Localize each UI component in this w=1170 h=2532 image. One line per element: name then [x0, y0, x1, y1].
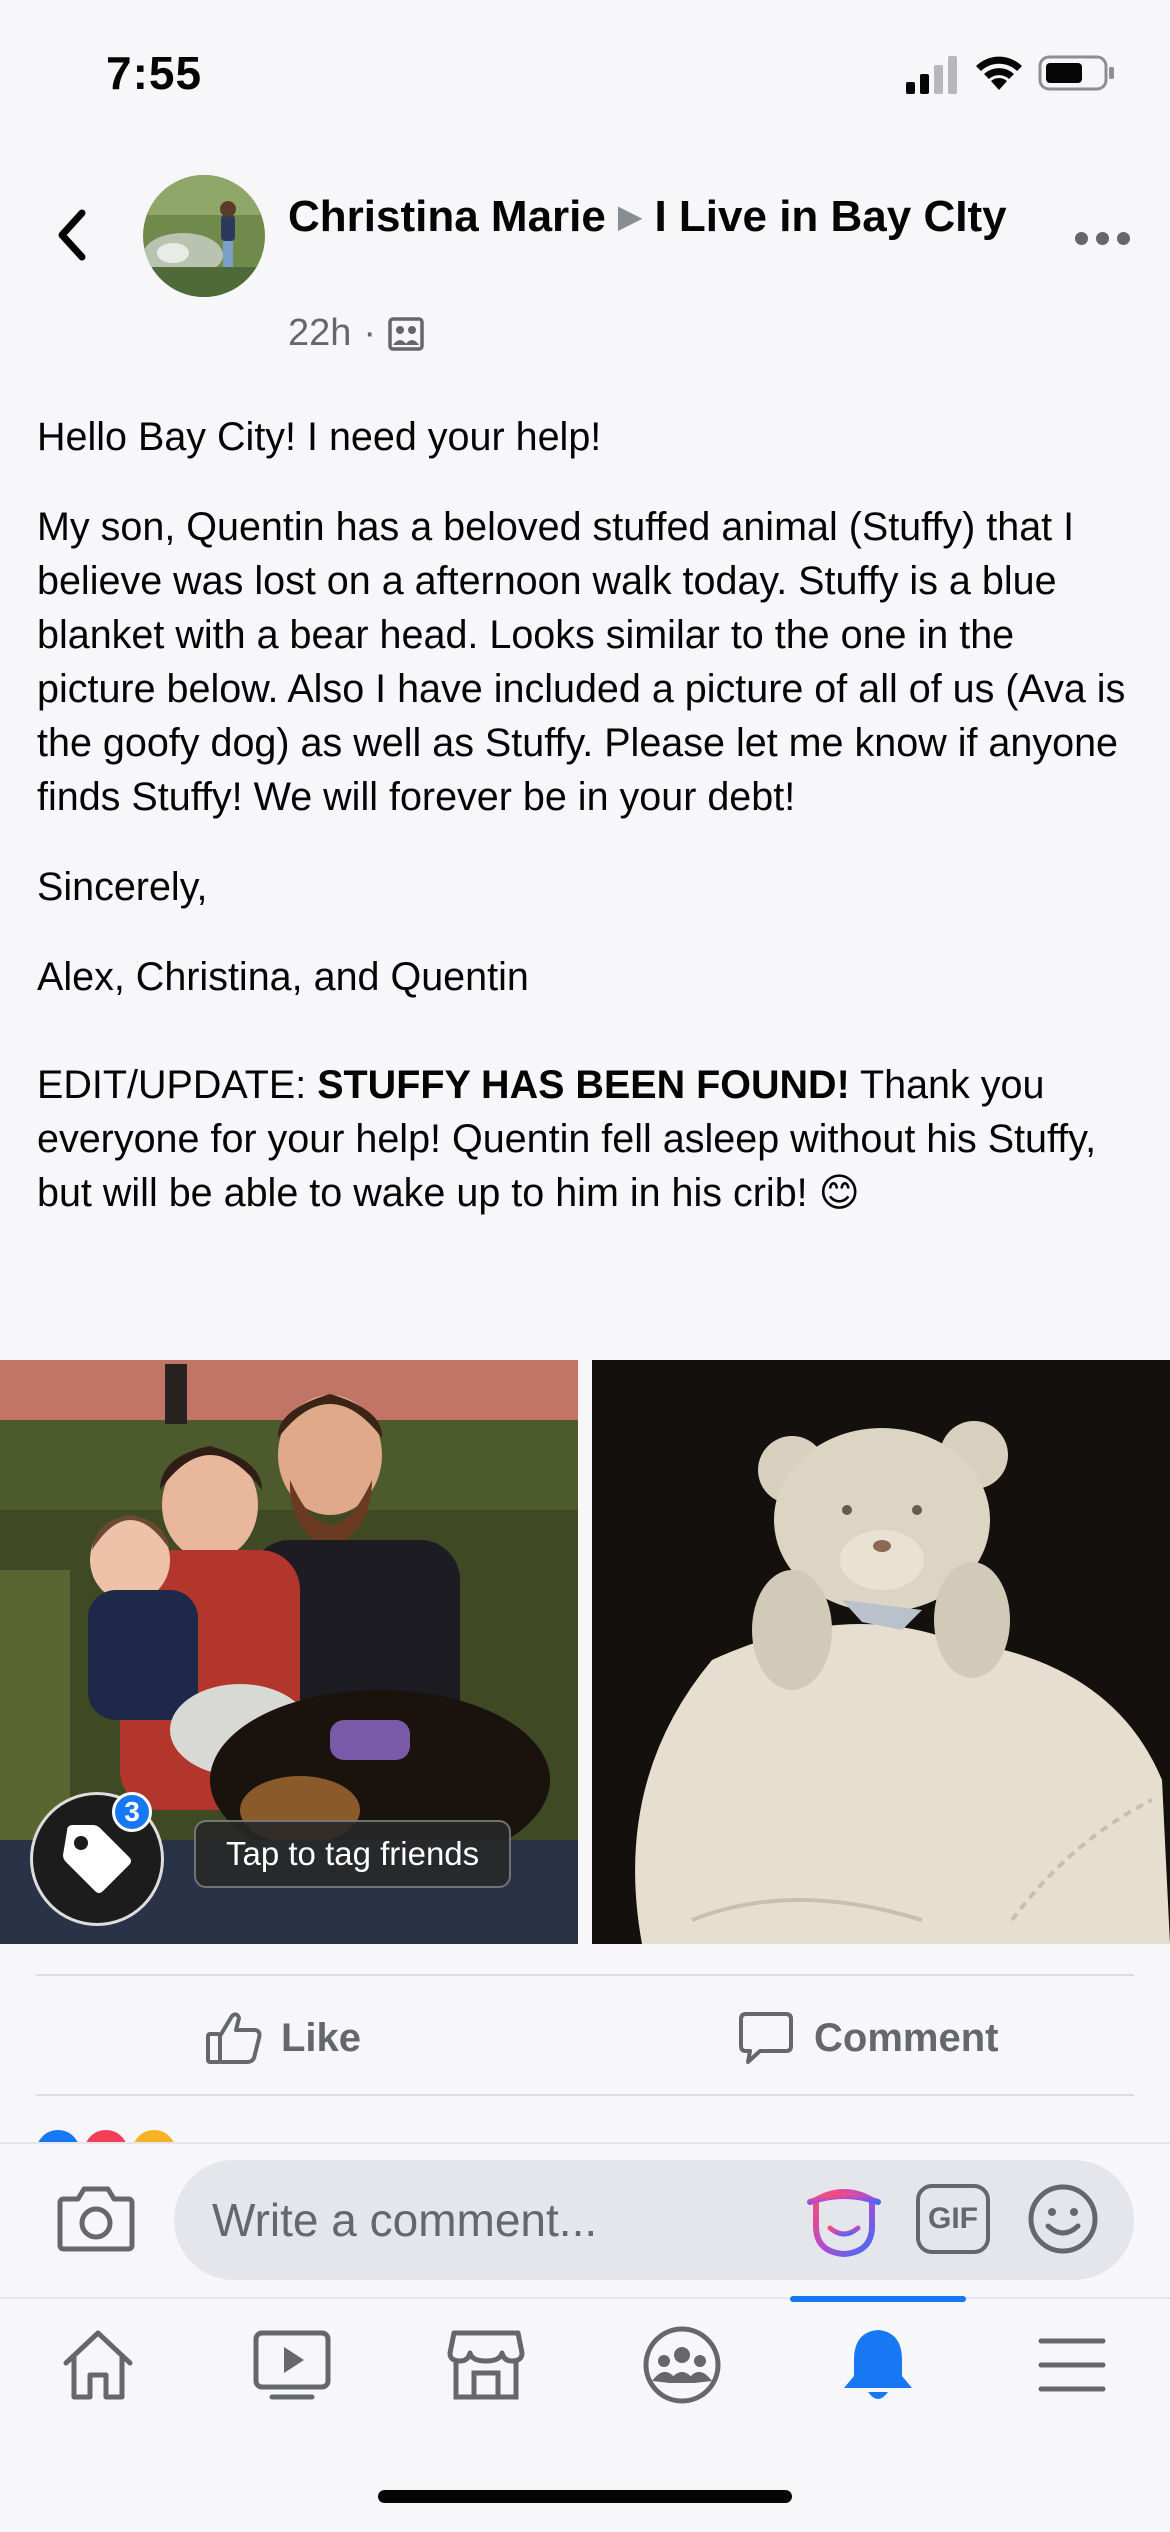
care-reaction-icon: [132, 2130, 176, 2142]
tab-watch[interactable]: [244, 2322, 340, 2408]
video-play-icon: [253, 2330, 331, 2400]
more-dot-icon: [1074, 231, 1088, 245]
emoji-icon[interactable]: [1026, 2182, 1100, 2256]
group-name[interactable]: I Live in Bay CIty: [654, 192, 1006, 241]
update-headline: STUFFY HAS BEEN FOUND!: [317, 1063, 850, 1107]
gif-button[interactable]: GIF: [916, 2184, 990, 2254]
post-timestamp[interactable]: 22h: [288, 312, 351, 355]
author-name[interactable]: Christina Marie: [288, 192, 606, 241]
comment-label: Comment: [814, 2015, 999, 2060]
avatar-photo: [143, 175, 265, 297]
more-options-button[interactable]: [1066, 220, 1138, 256]
love-reaction-icon: [84, 2130, 128, 2142]
post-meta: 22h ·: [288, 312, 424, 355]
back-button[interactable]: [42, 200, 102, 270]
wifi-icon: [976, 56, 1022, 90]
shared-to-arrow-icon: ▶: [617, 198, 643, 234]
comment-button[interactable]: Comment: [738, 2003, 998, 2073]
active-tab-indicator: [790, 2296, 966, 2302]
comment-input-pill[interactable]: [174, 2160, 1134, 2280]
cellular-signal-icon: [906, 56, 957, 94]
camera-icon[interactable]: [56, 2183, 136, 2253]
tab-marketplace[interactable]: [438, 2322, 534, 2408]
like-reaction-icon: [36, 2130, 80, 2142]
tab-home[interactable]: [50, 2322, 146, 2408]
post-signature: Alex, Christina, and Quentin: [37, 955, 529, 999]
thumbs-up-icon: [206, 2012, 262, 2064]
author-avatar[interactable]: [143, 175, 265, 297]
battery-icon: [1038, 55, 1114, 91]
groups-icon: [643, 2326, 721, 2404]
tag-count-badge: 3: [112, 1792, 152, 1832]
hamburger-menu-icon: [1038, 2338, 1106, 2392]
stuffy-photo-image: [592, 1360, 1170, 1944]
more-dot-icon: [1095, 231, 1109, 245]
stuffy-photo[interactable]: [592, 1360, 1170, 1944]
storefront-icon: [447, 2330, 525, 2400]
home-indicator: [378, 2490, 792, 2503]
tab-notifications[interactable]: [830, 2322, 926, 2408]
like-button[interactable]: Like: [205, 2003, 361, 2073]
status-time: 7:55: [106, 47, 203, 99]
chevron-left-icon: [58, 209, 86, 261]
update-prefix: EDIT/UPDATE:: [37, 1063, 318, 1107]
comment-input[interactable]: [212, 2185, 732, 2255]
post-paragraph: My son, Quentin has a beloved stuffed an…: [37, 505, 1126, 819]
tag-friends-tooltip[interactable]: Tap to tag friends: [194, 1820, 512, 1888]
tab-menu[interactable]: [1024, 2322, 1120, 2408]
action-bar-top-divider: [36, 1974, 1134, 1976]
meta-separator: ·: [363, 312, 377, 354]
tab-groups[interactable]: [634, 2322, 730, 2408]
post-update: EDIT/UPDATE: STUFFY HAS BEEN FOUND! Than…: [37, 1058, 1137, 1220]
like-label: Like: [281, 2015, 362, 2060]
post-body: Hello Bay City! I need your help! My son…: [37, 410, 1137, 1220]
post-header-title: Christina Marie ▶ I Live in Bay CIty: [288, 186, 1008, 247]
avatar-sticker-icon[interactable]: [806, 2182, 882, 2258]
action-bar-bottom-divider: [36, 2094, 1134, 2096]
more-dot-icon: [1116, 231, 1130, 245]
comment-bubble-icon: [739, 2012, 793, 2064]
post-greeting: Hello Bay City! I need your help!: [37, 415, 602, 459]
bell-icon: [844, 2330, 912, 2399]
status-bar: 7:55: [0, 0, 1170, 150]
post-closing: Sincerely,: [37, 865, 208, 909]
group-audience-icon: [388, 316, 424, 351]
reaction-summary[interactable]: [36, 2130, 186, 2142]
home-icon: [63, 2330, 133, 2400]
